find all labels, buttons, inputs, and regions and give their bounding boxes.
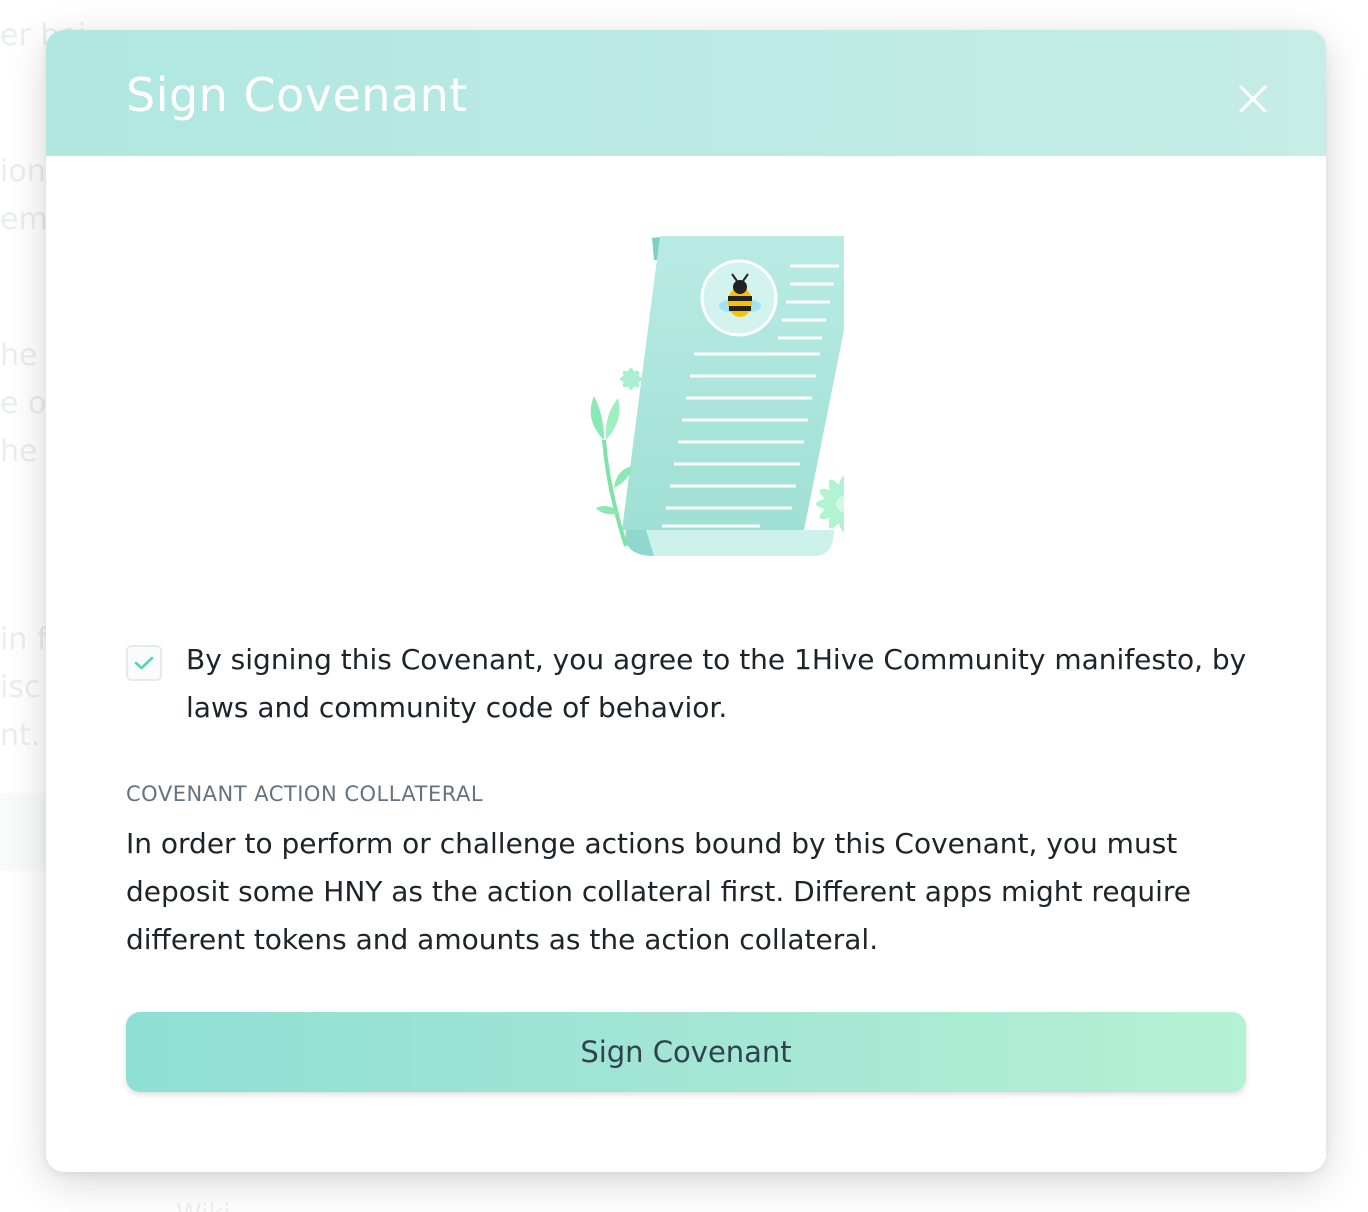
modal-header: Sign Covenant bbox=[46, 30, 1326, 156]
collateral-label: COVENANT ACTION COLLATERAL bbox=[126, 782, 484, 806]
covenant-illustration bbox=[534, 230, 872, 560]
agreement-text: By signing this Covenant, you agree to t… bbox=[186, 643, 1247, 724]
collateral-description: In order to perform or challenge actions… bbox=[126, 827, 1191, 956]
covenant-scroll-bee-illustration bbox=[590, 236, 872, 556]
checkmark-icon bbox=[134, 656, 154, 670]
sign-covenant-modal: Sign Covenant By signing this Covenant, … bbox=[46, 30, 1326, 1172]
modal-title: Sign Covenant bbox=[126, 68, 468, 122]
agree-checkbox[interactable] bbox=[126, 645, 162, 681]
sign-covenant-button[interactable]: Sign Covenant bbox=[126, 1012, 1246, 1092]
close-button[interactable] bbox=[1236, 82, 1270, 116]
close-icon bbox=[1239, 85, 1267, 113]
